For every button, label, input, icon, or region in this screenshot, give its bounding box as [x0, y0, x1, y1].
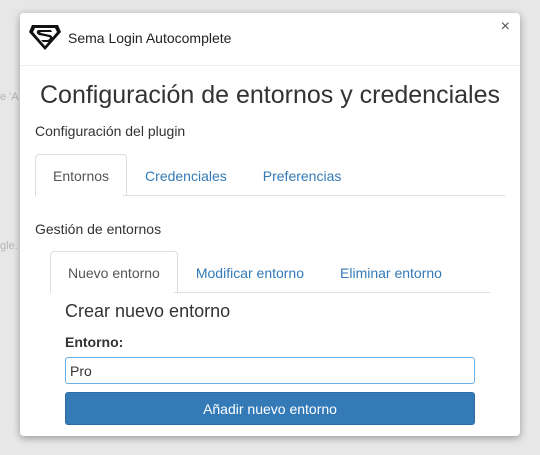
tab-preferencias[interactable]: Preferencias	[245, 154, 360, 196]
tab-entornos[interactable]: Entornos	[35, 154, 128, 196]
tab-credenciales[interactable]: Credenciales	[127, 154, 245, 196]
tab-eliminar-entorno[interactable]: Eliminar entorno	[322, 251, 460, 293]
env-tabs: Nuevo entorno Modificar entorno Eliminar…	[50, 251, 460, 293]
tab-nuevo-entorno[interactable]: Nuevo entorno	[50, 251, 178, 293]
page-title: Configuración de entornos y credenciales	[40, 81, 500, 109]
popup-header: Sema Login Autocomplete ×	[20, 13, 520, 66]
app-title: Sema Login Autocomplete	[68, 30, 232, 46]
tab-label: Nuevo entorno	[68, 264, 160, 281]
entorno-field-label: Entorno:	[65, 334, 124, 350]
form-heading: Crear nuevo entorno	[65, 301, 231, 321]
tabs-divider	[123, 195, 505, 196]
tab-label: Modificar entorno	[195, 264, 305, 281]
close-button[interactable]: ×	[501, 19, 510, 35]
tab-modificar-entorno[interactable]: Modificar entorno	[178, 251, 322, 293]
background-text-fragment: e 'A	[0, 91, 19, 103]
superman-logo-icon	[29, 25, 61, 50]
background-text-fragment: gle.	[0, 240, 18, 252]
extension-popup: Sema Login Autocomplete × Configuración …	[20, 13, 520, 436]
plugin-section-label: Configuración del plugin	[35, 123, 186, 139]
tab-label: Preferencias	[262, 167, 342, 184]
entorno-input[interactable]	[65, 357, 475, 384]
add-environment-label: Añadir nuevo entorno	[203, 400, 337, 417]
plugin-tabs: Entornos Credenciales Preferencias	[35, 154, 359, 196]
tab-label: Credenciales	[145, 167, 227, 184]
tab-label: Eliminar entorno	[340, 264, 442, 281]
env-section-label: Gestión de entornos	[35, 221, 162, 237]
tab-label: Entornos	[53, 167, 110, 184]
add-environment-button[interactable]: Añadir nuevo entorno	[65, 392, 475, 425]
tabs-divider	[174, 292, 490, 293]
